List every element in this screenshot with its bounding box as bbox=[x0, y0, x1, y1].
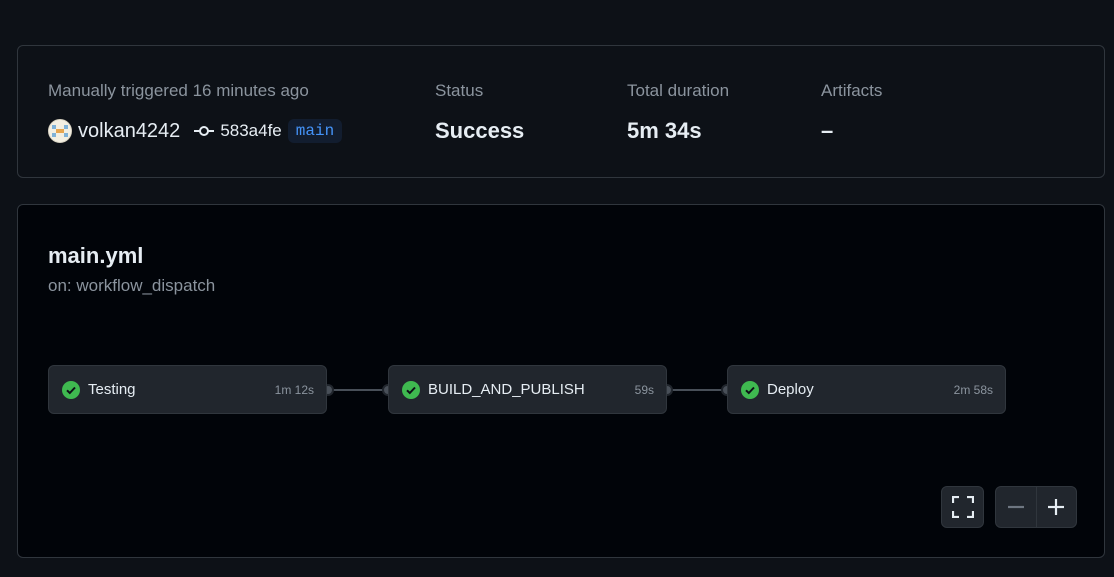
trigger-meta: volkan4242 583a4fe main bbox=[48, 117, 343, 145]
actor-username[interactable]: volkan4242 bbox=[78, 120, 180, 143]
artifacts-column: Artifacts – bbox=[821, 81, 882, 144]
job-duration: 59s bbox=[634, 382, 654, 397]
job-card-deploy[interactable]: Deploy 2m 58s bbox=[727, 365, 1006, 414]
job-duration: 1m 12s bbox=[274, 382, 314, 397]
fullscreen-button[interactable] bbox=[941, 486, 984, 528]
check-circle-icon bbox=[402, 380, 420, 399]
zoom-controls bbox=[995, 486, 1077, 528]
minus-icon bbox=[1007, 505, 1024, 509]
branch-badge[interactable]: main bbox=[287, 119, 343, 143]
duration-column: Total duration 5m 34s bbox=[627, 81, 729, 144]
status-column: Status Success bbox=[435, 81, 524, 144]
check-circle-icon bbox=[62, 380, 80, 399]
job-name: Testing bbox=[88, 381, 136, 398]
status-label: Status bbox=[435, 81, 484, 100]
plus-icon bbox=[1048, 499, 1065, 515]
workflow-file-title: main.yml bbox=[48, 243, 144, 268]
status-value: Success bbox=[435, 118, 525, 143]
duration-label: Total duration bbox=[627, 81, 730, 100]
workflow-trigger: on: workflow_dispatch bbox=[48, 276, 216, 295]
duration-value: 5m 34s bbox=[627, 118, 702, 143]
trigger-column: Manually triggered 16 minutes ago volkan… bbox=[48, 81, 343, 145]
fullscreen-icon bbox=[951, 496, 974, 518]
zoom-in-button[interactable] bbox=[1036, 487, 1076, 527]
run-summary-panel: Manually triggered 16 minutes ago volkan… bbox=[17, 45, 1105, 178]
avatar-icon bbox=[49, 120, 71, 142]
trigger-label: Manually triggered 16 minutes ago bbox=[48, 81, 309, 100]
avatar[interactable] bbox=[48, 119, 72, 143]
job-duration: 2m 58s bbox=[953, 382, 993, 397]
job-name: Deploy bbox=[767, 381, 814, 398]
zoom-out-button[interactable] bbox=[996, 487, 1036, 527]
workflow-graph-panel: main.yml on: workflow_dispatch Testing 1… bbox=[17, 204, 1105, 558]
commit-sha-link[interactable]: 583a4fe bbox=[220, 121, 281, 141]
artifacts-value: – bbox=[821, 118, 834, 143]
job-card-build-and-publish[interactable]: BUILD_AND_PUBLISH 59s bbox=[388, 365, 667, 414]
check-circle-icon bbox=[741, 380, 759, 399]
job-card-testing[interactable]: Testing 1m 12s bbox=[48, 365, 327, 414]
job-name: BUILD_AND_PUBLISH bbox=[428, 381, 585, 398]
artifacts-label: Artifacts bbox=[821, 81, 883, 100]
git-commit-icon bbox=[194, 125, 215, 137]
